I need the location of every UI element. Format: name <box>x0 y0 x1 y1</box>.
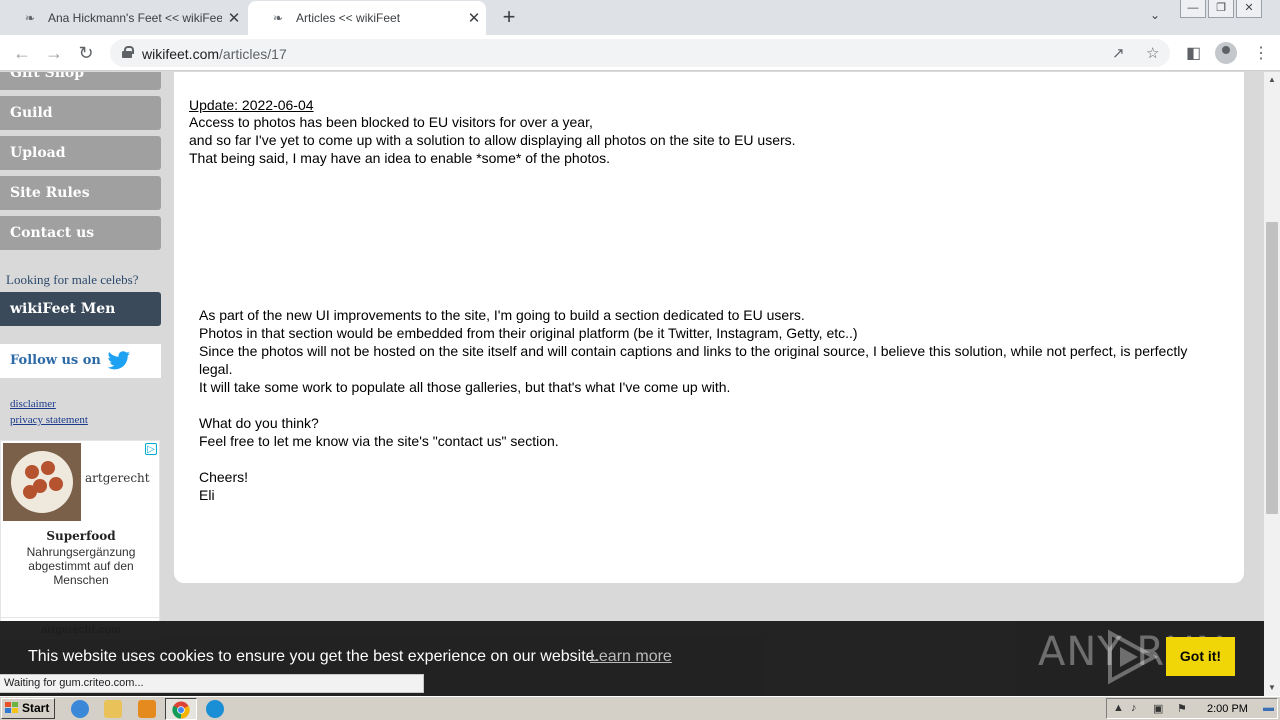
ad-description: Nahrungsergänzung abgestimmt auf den Men… <box>26 545 136 587</box>
clock[interactable]: 2:00 PM <box>1207 703 1248 715</box>
sidebar-item-contact-us[interactable]: Contact us <box>0 216 161 250</box>
ball-shape <box>25 465 39 479</box>
wikifeet-men-button[interactable]: wikiFeet Men <box>0 292 161 326</box>
got-it-button[interactable]: Got it! <box>1166 637 1235 676</box>
privacy-statement-link[interactable]: privacy statement <box>10 414 88 426</box>
logo-quad <box>12 708 18 713</box>
network-icon[interactable]: ▣ <box>1153 702 1163 715</box>
wikifeet-favicon-icon: ❧ <box>24 11 36 25</box>
close-tab-icon[interactable]: ✕ <box>222 9 246 27</box>
article-content: Update: 2022-06-04 Access to photos has … <box>174 72 1244 583</box>
share-icon[interactable]: ↗ <box>1112 44 1125 62</box>
sidebar-item-site-rules[interactable]: Site Rules <box>0 176 161 210</box>
intro-line: Access to photos has been blocked to EU … <box>189 114 593 130</box>
ball-shape <box>23 485 37 499</box>
tray-expand-icon[interactable]: ▲ <box>1113 702 1124 714</box>
start-label: Start <box>22 701 50 715</box>
body-line: Since the photos will not be hosted on t… <box>199 343 1188 377</box>
ad-title[interactable]: Superfood <box>1 529 161 543</box>
body-line: Cheers! <box>199 469 249 485</box>
address-bar[interactable]: wikifeet.com/articles/17 ↗ ☆ <box>110 39 1170 67</box>
system-tray: ▲ ♪ ▣ ⚑ 2:00 PM ▬ <box>1106 698 1278 719</box>
learn-more-link[interactable]: Learn more <box>590 648 672 666</box>
adchoices-icon[interactable]: ▷ <box>145 443 157 455</box>
intro-line: and so far I've yet to come up with a so… <box>189 132 796 148</box>
ad-banner[interactable]: ▷ artgerecht Superfood Nahrungsergänzung… <box>0 440 161 640</box>
sidebar-item-upload[interactable]: Upload <box>0 136 161 170</box>
url-host: wikifeet.com <box>142 46 220 62</box>
url-text: wikifeet.com/articles/17 <box>142 46 287 62</box>
tab-ana-hickmann[interactable]: ❧ Ana Hickmann's Feet << wikiFeet ✕ <box>0 1 246 35</box>
volume-icon[interactable]: ♪ <box>1131 702 1137 714</box>
logo-quad <box>12 702 18 707</box>
tab-strip: ❧ Ana Hickmann's Feet << wikiFeet ✕ ❧ Ar… <box>0 0 1280 35</box>
tab-articles[interactable]: ❧ Articles << wikiFeet ✕ <box>248 1 486 35</box>
body-line: Eli <box>199 487 215 503</box>
restore-icon[interactable]: ❐ <box>1208 0 1234 18</box>
window-controls: — ❐ ✕ <box>1180 0 1264 20</box>
browser-toolbar: ← → ↻ wikifeet.com/articles/17 ↗ ☆ ◧ ⋮ <box>0 35 1280 71</box>
minimize-icon[interactable]: — <box>1180 0 1206 18</box>
url-path: /articles/17 <box>219 46 287 62</box>
page-viewport: Gift Shop Guild Upload Site Rules Contac… <box>0 72 1264 696</box>
male-celebs-prompt: Looking for male celebs? <box>6 272 139 287</box>
media-player-icon[interactable] <box>138 700 156 718</box>
sidebar-item-gift-shop[interactable]: Gift Shop <box>0 72 161 90</box>
tab-title: Ana Hickmann's Feet << wikiFeet <box>48 11 222 25</box>
ball-shape <box>41 461 55 475</box>
scroll-up-arrow-icon[interactable]: ▲ <box>1264 72 1280 88</box>
chrome-taskbar-button[interactable] <box>165 698 197 720</box>
play-logo-icon <box>1108 629 1159 685</box>
internet-explorer-icon[interactable] <box>71 700 89 718</box>
edge-icon[interactable] <box>206 700 224 718</box>
forward-arrow-icon[interactable]: → <box>42 41 66 65</box>
windows-taskbar: Start ▲ ♪ ▣ ⚑ 2:00 PM ▬ <box>0 696 1280 720</box>
body-line: Feel free to let me know via the site's … <box>199 433 559 449</box>
start-button[interactable]: Start <box>1 698 55 719</box>
body-line: As part of the new UI improvements to th… <box>199 307 805 323</box>
tab-search-chevron-icon[interactable]: ⌄ <box>1150 8 1160 22</box>
body-line: It will take some work to populate all t… <box>199 379 731 395</box>
ball-shape <box>49 477 63 491</box>
show-desktop-icon[interactable]: ▬ <box>1263 702 1274 714</box>
twitter-bird-icon <box>107 350 131 369</box>
follow-us-twitter-link[interactable]: Follow us on <box>0 344 161 378</box>
intro-line: That being said, I may have an idea to e… <box>189 150 611 166</box>
disclaimer-link[interactable]: disclaimer <box>10 398 56 410</box>
chrome-icon <box>172 701 190 719</box>
sidebar-item-guild[interactable]: Guild <box>0 96 161 130</box>
side-panel-icon[interactable]: ◧ <box>1186 43 1201 63</box>
update-heading: Update: 2022-06-04 <box>189 97 314 113</box>
lock-icon[interactable] <box>122 46 134 58</box>
logo-quad <box>5 702 11 707</box>
cookie-message: This website uses cookies to ensure you … <box>28 648 599 665</box>
body-line: Photos in that section would be embedded… <box>199 325 858 341</box>
action-center-flag-icon[interactable]: ⚑ <box>1177 702 1187 715</box>
ad-product-image[interactable] <box>3 443 81 521</box>
close-tab-icon[interactable]: ✕ <box>462 9 486 27</box>
follow-label: Follow us on <box>10 353 101 368</box>
wikifeet-favicon-icon: ❧ <box>272 11 284 25</box>
scrollbar-thumb[interactable] <box>1266 222 1278 514</box>
menu-kebab-icon[interactable]: ⋮ <box>1253 43 1269 63</box>
profile-avatar-icon[interactable] <box>1215 42 1237 64</box>
windows-logo-icon <box>5 702 19 715</box>
browser-status-bubble: Waiting for gum.criteo.com... <box>0 674 424 693</box>
bookmark-star-icon[interactable]: ☆ <box>1146 44 1159 62</box>
back-arrow-icon[interactable]: ← <box>10 41 34 65</box>
tab-title: Articles << wikiFeet <box>296 11 401 25</box>
scroll-down-arrow-icon[interactable]: ▼ <box>1264 680 1280 696</box>
close-window-icon[interactable]: ✕ <box>1236 0 1262 18</box>
file-explorer-icon[interactable] <box>104 700 122 718</box>
bowl-shape <box>11 451 73 513</box>
page-scrollbar[interactable]: ▲ ▼ <box>1264 72 1280 696</box>
logo-quad <box>5 708 11 713</box>
body-line: What do you think? <box>199 415 319 431</box>
ad-brand: artgerecht <box>85 471 150 485</box>
reload-icon[interactable]: ↻ <box>74 41 98 65</box>
article-body: As part of the new UI improvements to th… <box>199 306 1219 504</box>
new-tab-button[interactable]: + <box>496 6 522 30</box>
